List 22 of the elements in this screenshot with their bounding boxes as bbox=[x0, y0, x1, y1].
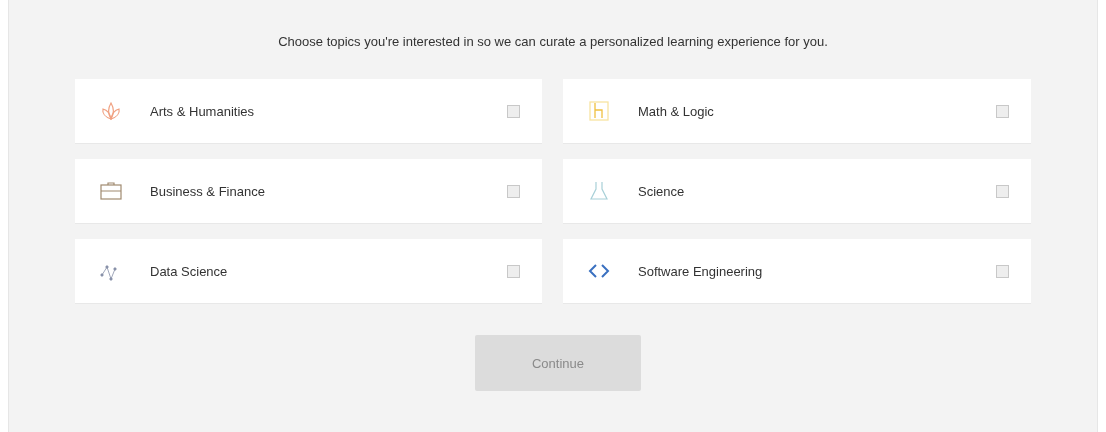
briefcase-icon bbox=[99, 179, 123, 203]
topic-card[interactable]: Business & Finance bbox=[75, 159, 542, 224]
topic-card[interactable]: Software Engineering bbox=[563, 239, 1031, 304]
topic-label: Science bbox=[638, 183, 686, 199]
topic-label: Business & Finance bbox=[150, 183, 266, 199]
topic-card[interactable]: Science bbox=[563, 159, 1031, 224]
checkbox[interactable] bbox=[996, 104, 1009, 118]
intro-text: Choose topics you're interested in so we can curate a personalized learning experience for you. bbox=[277, 34, 829, 49]
checkbox[interactable] bbox=[996, 184, 1009, 198]
topic-label: Software Engineering bbox=[638, 263, 764, 279]
topic-card[interactable]: Arts & Humanities bbox=[75, 79, 542, 144]
topic-label: Arts & Humanities bbox=[150, 103, 256, 119]
flask-icon bbox=[587, 179, 611, 203]
topic-label: Math & Logic bbox=[638, 103, 715, 119]
topic-card[interactable]: Data Science bbox=[75, 239, 542, 304]
checkbox[interactable] bbox=[996, 264, 1009, 278]
checkbox[interactable] bbox=[507, 104, 520, 118]
topic-card[interactable]: Math & Logic bbox=[563, 79, 1031, 144]
topic-label: Data Science bbox=[150, 263, 229, 279]
checkbox[interactable] bbox=[507, 264, 520, 278]
checkbox[interactable] bbox=[507, 184, 520, 198]
formula-icon bbox=[587, 99, 611, 123]
